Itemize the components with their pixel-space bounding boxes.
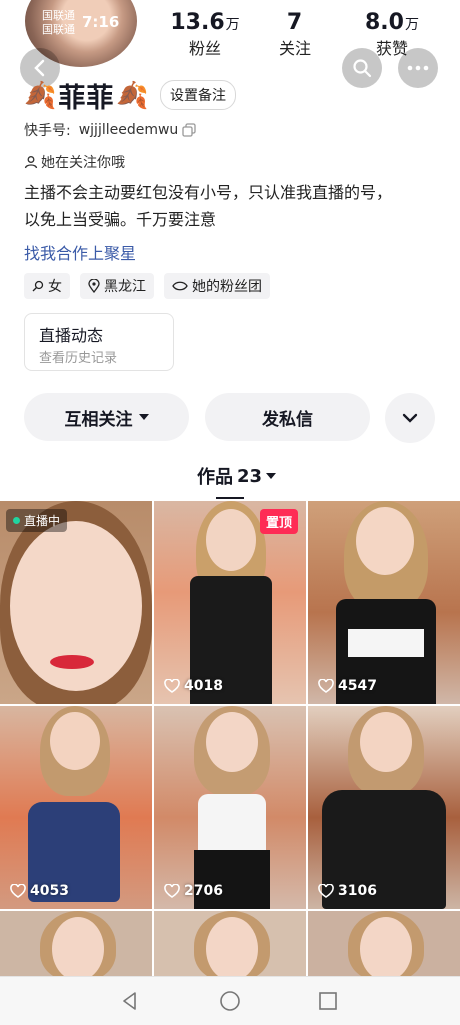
nav-home-icon[interactable] — [219, 990, 241, 1012]
likes-count: 8.0 — [365, 10, 404, 35]
video-thumb[interactable]: 2706 — [154, 706, 306, 909]
live-history-card[interactable]: 直播动态 查看历史记录 — [24, 313, 174, 371]
fan-group-icon — [172, 281, 188, 291]
video-thumb[interactable] — [0, 911, 152, 976]
chevron-down-icon — [402, 413, 418, 423]
status-time: 7:16 — [82, 13, 120, 31]
video-thumb[interactable]: 置顶 4018 — [154, 501, 306, 704]
location-tag: 黑龙江 — [80, 273, 154, 299]
fans-unit: 万 — [225, 17, 240, 33]
following-count: 7 — [286, 10, 303, 35]
search-icon — [353, 59, 372, 78]
heart-icon — [10, 884, 26, 898]
video-likes: 2706 — [164, 883, 223, 899]
heart-icon — [164, 679, 180, 693]
tab-indicator — [216, 497, 244, 499]
heart-icon — [164, 884, 180, 898]
user-id-row: 快手号: wjjjlleedemwu — [24, 120, 196, 140]
pinned-badge: 置顶 — [259, 509, 298, 534]
live-card-title: 直播动态 — [39, 326, 104, 345]
video-thumb[interactable] — [308, 911, 460, 976]
video-thumb[interactable] — [154, 911, 306, 976]
bio-line: 主播不会主动要红包没有小号，只认准我直播的号， — [24, 183, 393, 202]
tab-works[interactable]: 作品 23 — [197, 463, 277, 489]
fans-count: 13.6 — [170, 10, 225, 35]
leaf-icon: 🍂 — [24, 80, 57, 111]
video-thumb[interactable]: 4053 — [0, 706, 152, 909]
mutual-follow-button[interactable]: 互相关注 — [24, 393, 189, 441]
following-stat[interactable]: 7 关注 — [255, 10, 335, 59]
user-icon — [24, 156, 38, 169]
live-card-subtitle: 查看历史记录 — [39, 351, 118, 366]
video-likes: 4018 — [164, 678, 223, 694]
location-icon — [88, 279, 100, 293]
video-likes: 3106 — [318, 883, 377, 899]
follows-you-row: 她在关注你哦 — [24, 152, 125, 172]
id-label: 快手号: — [24, 123, 71, 139]
search-button[interactable] — [342, 48, 382, 88]
fans-label: 粉丝 — [188, 39, 221, 58]
live-badge: 直播中 — [6, 509, 68, 532]
carrier-label-2: 国联通 — [42, 23, 75, 36]
gender-icon — [32, 280, 44, 292]
tag-row: 女 黑龙江 她的粉丝团 — [24, 273, 270, 299]
carrier-label: 国联通 — [42, 9, 75, 22]
video-thumb[interactable]: 4547 — [308, 501, 460, 704]
video-thumb[interactable]: 3106 — [308, 706, 460, 909]
more-button[interactable] — [398, 48, 438, 88]
video-thumb[interactable]: 直播中 — [0, 501, 152, 704]
set-remark-button[interactable]: 设置备注 — [160, 80, 236, 110]
live-dot-icon — [13, 517, 20, 524]
caret-down-icon — [266, 472, 277, 479]
collab-link[interactable]: 找我合作上聚星 — [24, 240, 136, 264]
copy-icon[interactable] — [182, 123, 196, 137]
gender-tag: 女 — [24, 273, 70, 299]
heart-icon — [318, 884, 334, 898]
likes-unit: 万 — [404, 17, 419, 33]
following-label: 关注 — [278, 39, 311, 58]
works-count: 23 — [237, 465, 263, 487]
bio-line: 以免上当受骗。千万要注意 — [24, 210, 217, 229]
back-arrow-icon — [34, 59, 45, 77]
fan-group-tag[interactable]: 她的粉丝团 — [164, 273, 270, 299]
video-likes: 4547 — [318, 678, 377, 694]
follows-you-text: 她在关注你哦 — [41, 155, 125, 171]
leaf-icon: 🍂 — [116, 80, 149, 111]
video-likes: 4053 — [10, 883, 69, 899]
nav-back-icon[interactable] — [120, 991, 140, 1011]
bio: 主播不会主动要红包没有小号，只认准我直播的号， 以免上当受骗。千万要注意 — [24, 179, 392, 233]
fans-stat[interactable]: 13.6万 粉丝 — [160, 10, 250, 59]
caret-down-icon — [138, 413, 149, 420]
more-dots-icon — [407, 65, 429, 71]
profile-name: 菲菲 — [58, 83, 115, 114]
system-nav-bar — [0, 976, 460, 1025]
name-row: 🍂 菲菲 🍂 — [24, 76, 149, 115]
id-value: wjjjlleedemwu — [78, 122, 179, 138]
heart-icon — [318, 679, 334, 693]
expand-button[interactable] — [385, 393, 435, 443]
message-button[interactable]: 发私信 — [205, 393, 370, 441]
nav-recents-icon[interactable] — [318, 991, 338, 1011]
